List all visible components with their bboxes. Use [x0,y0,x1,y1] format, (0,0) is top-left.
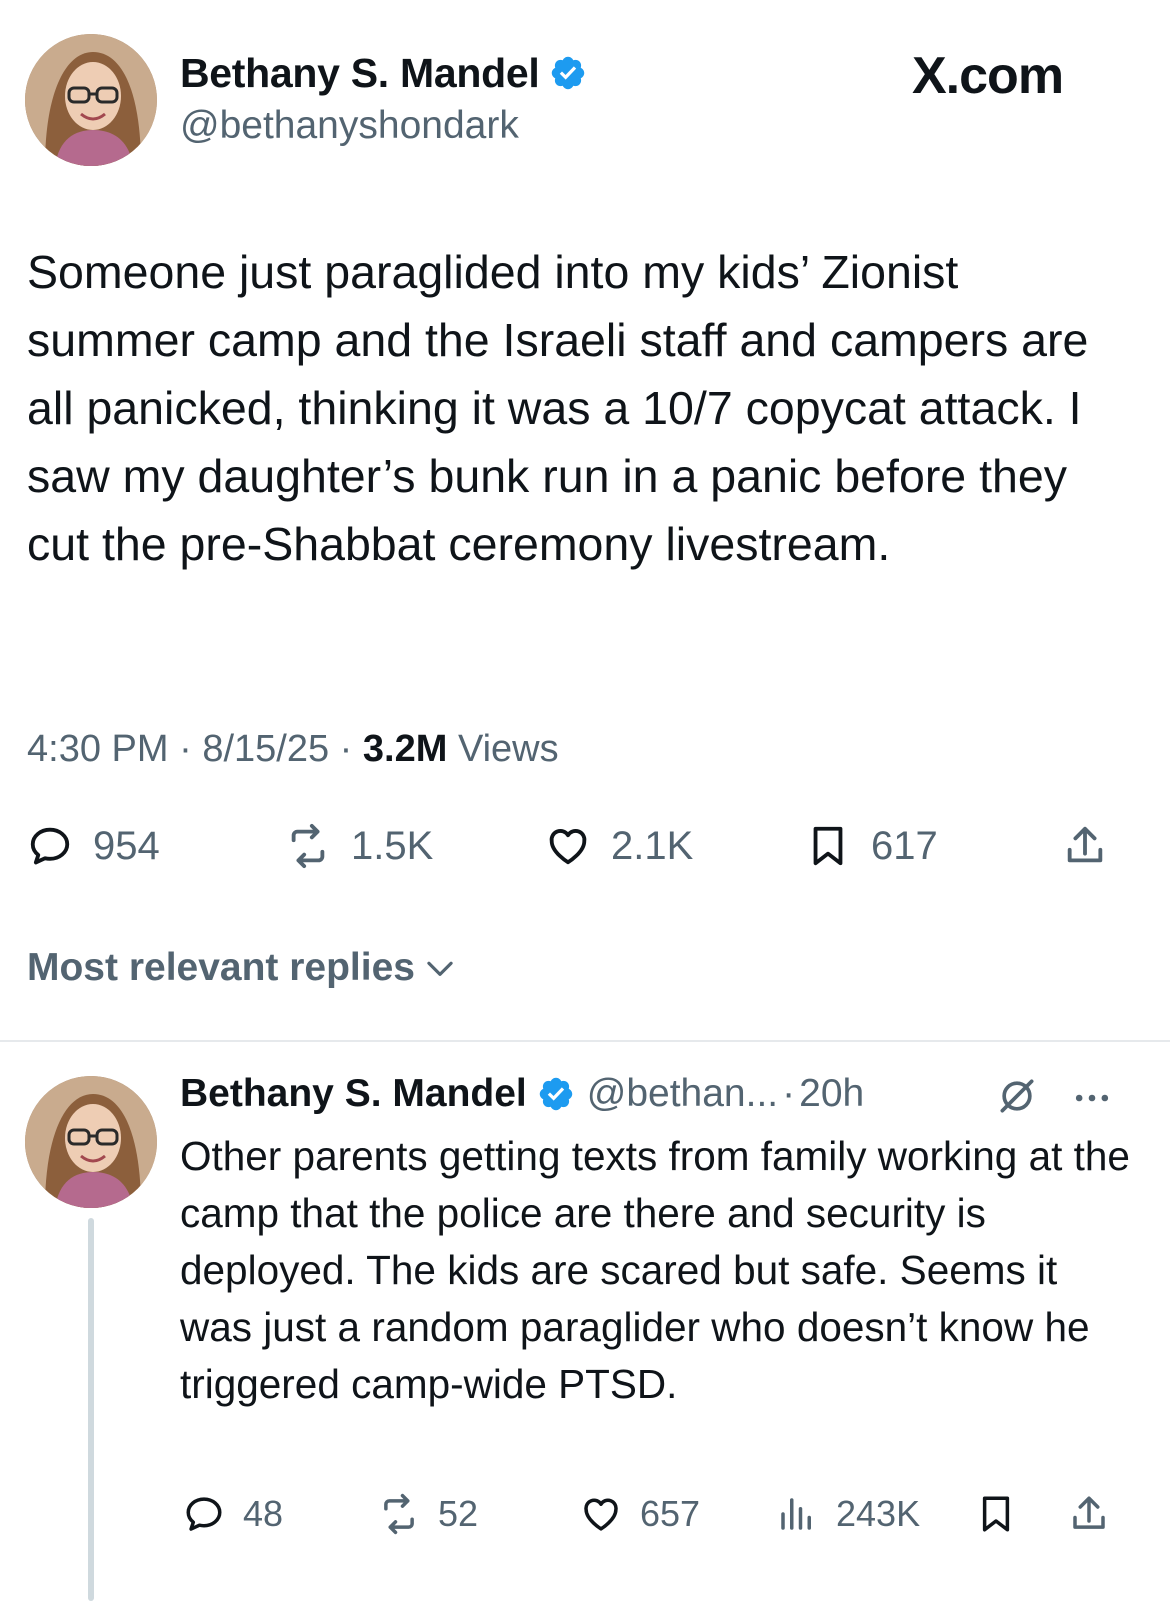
author-name[interactable]: Bethany S. Mandel [180,50,540,96]
author-handle[interactable]: @bethanyshondark [180,104,519,148]
replies-sort-label: Most relevant replies [27,946,415,989]
views-count: 3.2M [362,728,448,770]
reply-icon [186,1497,222,1531]
views-icon [781,1498,811,1530]
reply-icon [30,827,70,865]
reply-reply-count: 48 [243,1493,284,1534]
author-avatar[interactable] [25,34,157,166]
like-button[interactable]: 2.1K [545,823,693,869]
brand-watermark: X.com [912,47,1064,105]
verified-badge-icon [537,1075,575,1113]
reply-bookmark-button[interactable] [975,1493,1035,1535]
reply-author-name[interactable]: Bethany S. Mandel [180,1072,527,1116]
reply-views-count: 243K [836,1493,921,1534]
reply-views-button[interactable]: 243K [776,1493,920,1535]
like-count: 2.1K [611,823,694,868]
reply-like-count: 657 [640,1493,701,1534]
bookmark-icon [813,826,843,866]
divider [0,1040,1170,1042]
reply-reply-button[interactable]: 48 [183,1493,283,1535]
repost-icon [291,823,325,869]
repost-button[interactable]: 1.5K [285,823,433,869]
share-icon [1067,826,1103,863]
meta-separator: · [782,1072,796,1115]
meta-separator: · [339,728,353,770]
tweet-meta: 4:30 PM · 8/15/25 · 3.2M Views [27,728,559,771]
bookmark-count: 617 [871,823,938,868]
reply-count: 954 [93,823,160,868]
bookmark-button[interactable]: 617 [805,823,938,869]
like-icon [584,1498,618,1531]
reply-repost-button[interactable]: 52 [378,1493,478,1535]
reply-share-button[interactable] [1068,1493,1128,1535]
share-button[interactable] [1062,823,1128,869]
like-icon [549,829,587,865]
reply-text: Other parents getting texts from family … [180,1133,1130,1407]
views-label: Views [457,728,559,770]
reply-button[interactable]: 954 [27,823,160,869]
reply-author-handle[interactable]: @bethan... [587,1072,778,1116]
replies-sort-dropdown[interactable]: Most relevant replies [27,946,459,990]
repost-count: 1.5K [351,823,434,868]
verified-badge-icon [549,54,587,92]
tweet-text: Someone just paraglided into my kids’ Zi… [27,246,1089,570]
reply-like-button[interactable]: 657 [580,1493,700,1535]
share-icon [1073,1496,1105,1529]
reply-header: Bethany S. Mandel @bethan... · 20h [180,1072,864,1116]
bookmark-icon [982,1496,1010,1532]
chevron-down-icon [427,961,453,976]
reply-age[interactable]: 20h [799,1072,864,1116]
author-name-row: Bethany S. Mandel [180,50,587,97]
repost-icon [384,1493,414,1535]
tweet-time[interactable]: 4:30 PM [27,728,169,770]
reply-repost-count: 52 [438,1493,479,1534]
reply-author-avatar[interactable] [25,1076,157,1208]
more-icon[interactable] [1070,1076,1114,1125]
grok-icon[interactable] [995,1074,1039,1123]
meta-separator: · [179,728,192,770]
thread-line [88,1218,94,1601]
tweet-date[interactable]: 8/15/25 [202,728,329,770]
